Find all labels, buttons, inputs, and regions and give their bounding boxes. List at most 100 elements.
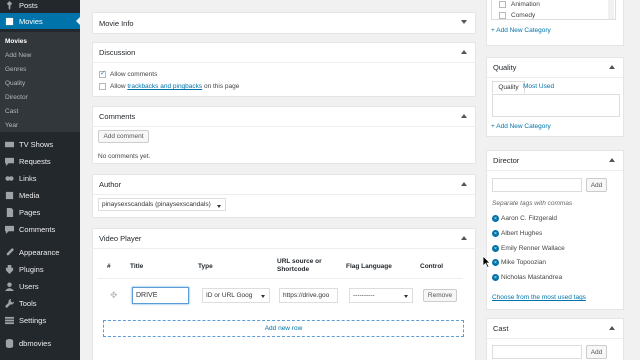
video-title-value: DRIVE: [136, 292, 158, 299]
submenu-cast[interactable]: Cast: [5, 108, 18, 115]
sidebar-item-label: Appearance: [19, 247, 60, 257]
director-tag: Mike Topoozian: [501, 259, 547, 266]
panel-header[interactable]: Discussion: [93, 43, 475, 63]
panel-header[interactable]: Video Player: [93, 229, 475, 249]
sidebar-item-label: Media: [19, 190, 40, 200]
sidebar-item-comments[interactable]: Comments: [0, 221, 80, 237]
sidebar-item-appearance[interactable]: Appearance: [0, 244, 80, 260]
film-icon: [4, 16, 14, 26]
sidebar-item-posts[interactable]: Posts: [0, 0, 80, 13]
video-type-select[interactable]: ID or URL Goog: [202, 288, 270, 303]
sidebar-item-label: Comments: [19, 224, 56, 234]
sidebar-item-movies[interactable]: Movies: [0, 13, 80, 29]
remove-tag-icon[interactable]: ×: [492, 215, 499, 222]
col-header-num: #: [107, 263, 111, 270]
submenu-genres[interactable]: Genres: [5, 66, 26, 73]
chevron-up-icon[interactable]: [609, 158, 615, 162]
sidebar-item-tools[interactable]: Tools: [0, 295, 80, 311]
panel-header[interactable]: Cast: [487, 319, 623, 339]
sidebar-item-users[interactable]: Users: [0, 278, 80, 294]
drag-handle-icon[interactable]: ✥: [110, 290, 118, 301]
add-cast-button[interactable]: Add: [586, 345, 607, 359]
remove-tag-icon[interactable]: ×: [492, 230, 499, 237]
sidebar-item-links[interactable]: Links: [0, 170, 80, 186]
genre-checkbox-comedy[interactable]: [499, 12, 506, 19]
sidebar-item-label: dbmovies: [19, 338, 52, 348]
chevron-down-icon[interactable]: [461, 20, 467, 24]
plugin-icon: [4, 264, 14, 274]
col-header-url: URL source or Shortcode: [277, 258, 322, 274]
add-director-button[interactable]: Add: [586, 178, 607, 192]
chevron-up-icon[interactable]: [609, 326, 615, 330]
sidebar-item-plugins[interactable]: Plugins: [0, 261, 80, 277]
choose-most-used-link[interactable]: Choose from the most used tags: [492, 294, 586, 301]
add-comment-button[interactable]: Add comment: [98, 130, 149, 143]
remove-tag-icon[interactable]: ×: [492, 245, 499, 252]
genre-label: Animation: [511, 1, 540, 8]
settings-icon: [4, 315, 14, 325]
allow-trackbacks-checkbox[interactable]: [99, 83, 106, 90]
add-new-quality-link[interactable]: + Add New Category: [491, 123, 551, 130]
chevron-up-icon[interactable]: [461, 182, 467, 186]
page-icon: [4, 207, 14, 217]
genre-checkbox-animation[interactable]: [499, 1, 506, 8]
panel-title: Video Player: [99, 234, 142, 243]
sidebar-item-tv-shows[interactable]: TV Shows: [0, 136, 80, 152]
remove-tag-icon[interactable]: ×: [492, 274, 499, 281]
video-url-input[interactable]: https://drive.goo: [279, 288, 338, 303]
director-tag-input[interactable]: [492, 178, 582, 192]
sidebar-item-media[interactable]: Media: [0, 187, 80, 203]
allow-trackbacks-label: Allow trackbacks and pingbacks on this p…: [110, 83, 239, 90]
admin-sidebar: Posts Movies Movies Add New Genres Quali…: [0, 0, 80, 360]
genres-scrollbar[interactable]: [608, 0, 614, 19]
chevron-up-icon[interactable]: [461, 236, 467, 240]
panel-title: Discussion: [99, 48, 136, 57]
director-tag: Albert Hughes: [501, 230, 543, 237]
panel-title: Movie Info: [99, 18, 134, 28]
genre-label: Comedy: [511, 12, 536, 19]
chevron-up-icon[interactable]: [461, 114, 467, 118]
allow-comments-checkbox[interactable]: [99, 69, 106, 78]
sidebar-item-dbmovies[interactable]: dbmovies: [0, 335, 80, 351]
chevron-up-icon[interactable]: [609, 65, 615, 69]
panel-header[interactable]: Comments: [93, 107, 475, 127]
sidebar-item-requests[interactable]: Requests: [0, 153, 80, 169]
remove-tag-icon[interactable]: ×: [492, 259, 499, 266]
sidebar-item-settings[interactable]: Settings: [0, 312, 80, 328]
remove-row-button[interactable]: Remove: [423, 289, 457, 302]
tv-icon: [4, 139, 14, 149]
submenu-director[interactable]: Director: [5, 94, 28, 101]
panel-header[interactable]: Movie Info: [93, 13, 475, 33]
submenu-quality[interactable]: Quality: [5, 80, 25, 87]
submenu-add-new[interactable]: Add New: [5, 52, 31, 59]
col-header-title: Title: [130, 263, 144, 270]
panel-header[interactable]: Author: [93, 175, 475, 195]
submenu-movies[interactable]: Movies: [5, 38, 27, 45]
sidebar-item-label: Users: [19, 281, 39, 291]
comment-icon: [4, 224, 14, 234]
sidebar-item-label: Posts: [19, 0, 38, 10]
quality-panel: Quality Quality Most Used + Add New Cate…: [486, 57, 624, 137]
chevron-down-icon: [261, 295, 265, 298]
submenu-year[interactable]: Year: [5, 122, 18, 129]
flag-language-select[interactable]: ----------: [349, 288, 413, 303]
cursor-icon: [482, 255, 491, 268]
trackbacks-link[interactable]: trackbacks and pingbacks: [127, 83, 202, 90]
tab-most-used[interactable]: Most Used: [523, 83, 554, 90]
url-header-line1: URL source or: [277, 258, 322, 265]
cast-tag-input[interactable]: [492, 345, 582, 359]
video-title-input[interactable]: DRIVE: [132, 287, 189, 304]
panel-header[interactable]: Director: [487, 151, 623, 171]
add-new-row-button[interactable]: Add new row: [103, 320, 464, 337]
chat-icon: [4, 156, 14, 166]
director-tag: Nicholas Mastandrea: [501, 274, 563, 281]
sidebar-item-pages[interactable]: Pages: [0, 204, 80, 220]
author-panel: Author pinaysexscandals (pinaysexscandal…: [92, 174, 476, 218]
chevron-up-icon[interactable]: [461, 50, 467, 54]
col-header-type: Type: [198, 263, 213, 270]
panel-header[interactable]: Quality: [487, 58, 623, 78]
author-select[interactable]: pinaysexscandals (pinaysexscandals): [98, 198, 226, 211]
author-selected-value: pinaysexscandals (pinaysexscandals): [102, 201, 211, 208]
add-new-genre-link[interactable]: + Add New Category: [491, 27, 551, 34]
tab-quality[interactable]: Quality: [492, 81, 525, 94]
